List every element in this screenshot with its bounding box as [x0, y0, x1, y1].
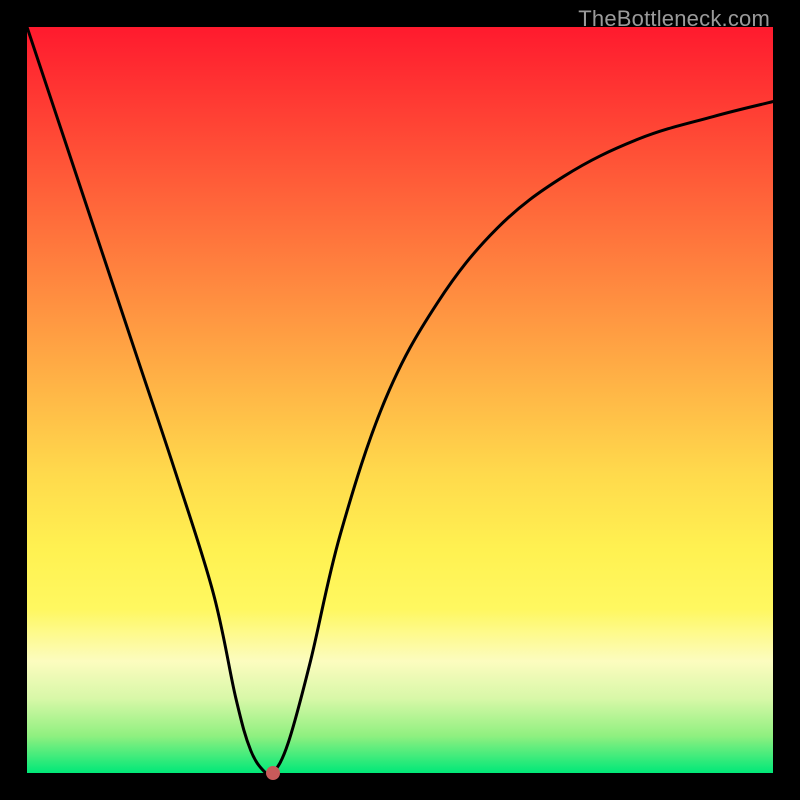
- optimal-point-marker: [266, 766, 280, 780]
- watermark-text: TheBottleneck.com: [578, 6, 770, 32]
- chart-container: TheBottleneck.com: [0, 0, 800, 800]
- bottleneck-curve: [27, 27, 773, 773]
